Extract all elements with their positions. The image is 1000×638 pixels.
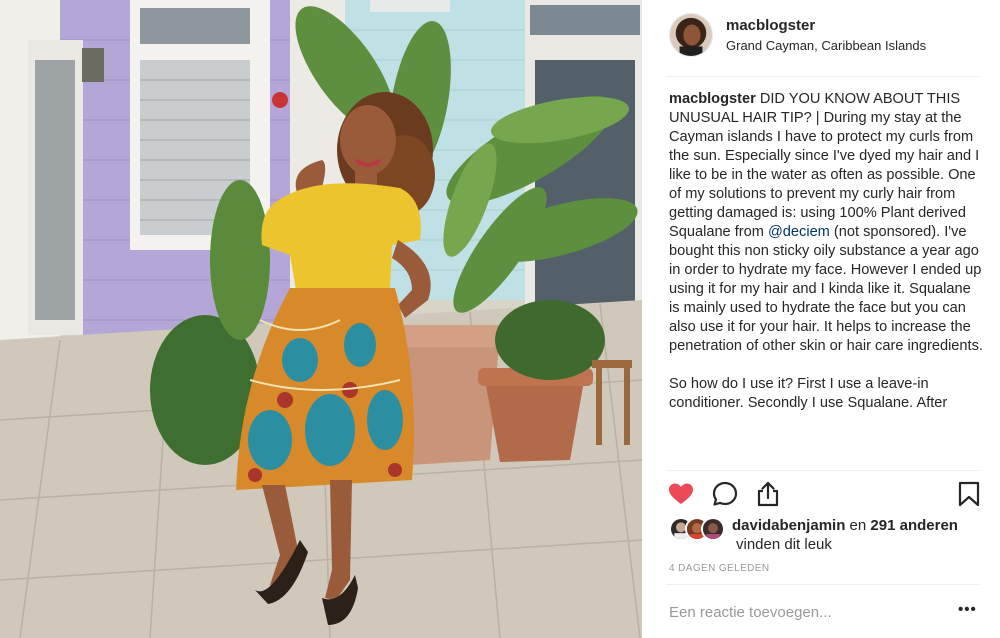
liker-avatar [701,517,725,541]
comment-icon [712,481,738,506]
likes-line-2: vinden dit leuk [736,536,832,553]
caption-mention-link[interactable]: @deciem [768,224,830,240]
likes-summary: davidabenjamin en 291 anderen vinden dit… [669,514,989,558]
bookmark-icon [958,481,980,507]
likers-avatars[interactable] [669,517,729,541]
author-avatar[interactable] [669,13,713,57]
caption-text-2: (not sponsored). I've bought this non st… [669,224,983,354]
share-button[interactable] [754,480,782,508]
save-button[interactable] [955,480,983,508]
action-bar [642,478,1000,512]
caption-paragraph-2: So how do I use it? First I use a leave-… [669,376,948,411]
like-button[interactable] [667,480,695,508]
caption-username[interactable]: macblogster [669,91,756,107]
post-photo[interactable] [0,0,642,638]
post-caption: macblogster DID YOU KNOW ABOUT THIS UNUS… [669,90,983,468]
comment-bar: ••• [642,592,1000,632]
share-icon [757,481,779,507]
post-header: macblogster Grand Cayman, Caribbean Isla… [642,0,1000,76]
post-location[interactable]: Grand Cayman, Caribbean Islands [726,38,926,53]
comment-button[interactable] [711,480,739,508]
comment-input[interactable] [669,601,939,623]
caption-text-1: DID YOU KNOW ABOUT THIS UNUSUAL HAIR TIP… [669,91,980,240]
likes-connector: en [845,517,871,534]
likes-count-link[interactable]: 291 anderen [870,517,958,534]
more-options-button[interactable]: ••• [958,602,978,620]
author-username[interactable]: macblogster [726,17,815,34]
post-image [0,0,642,638]
caption-paragraph-1: macblogster DID YOU KNOW ABOUT THIS UNUS… [669,90,983,356]
caption-divider [666,470,980,471]
liker-username[interactable]: davidabenjamin [732,517,845,534]
heart-filled-icon [669,483,693,504]
post-side-panel: macblogster Grand Cayman, Caribbean Isla… [642,0,1000,638]
post-timestamp[interactable]: 4 DAGEN GELEDEN [669,563,769,574]
likes-line-1: davidabenjamin en 291 anderen [732,516,958,536]
comment-divider [666,584,980,585]
header-divider [666,76,980,77]
